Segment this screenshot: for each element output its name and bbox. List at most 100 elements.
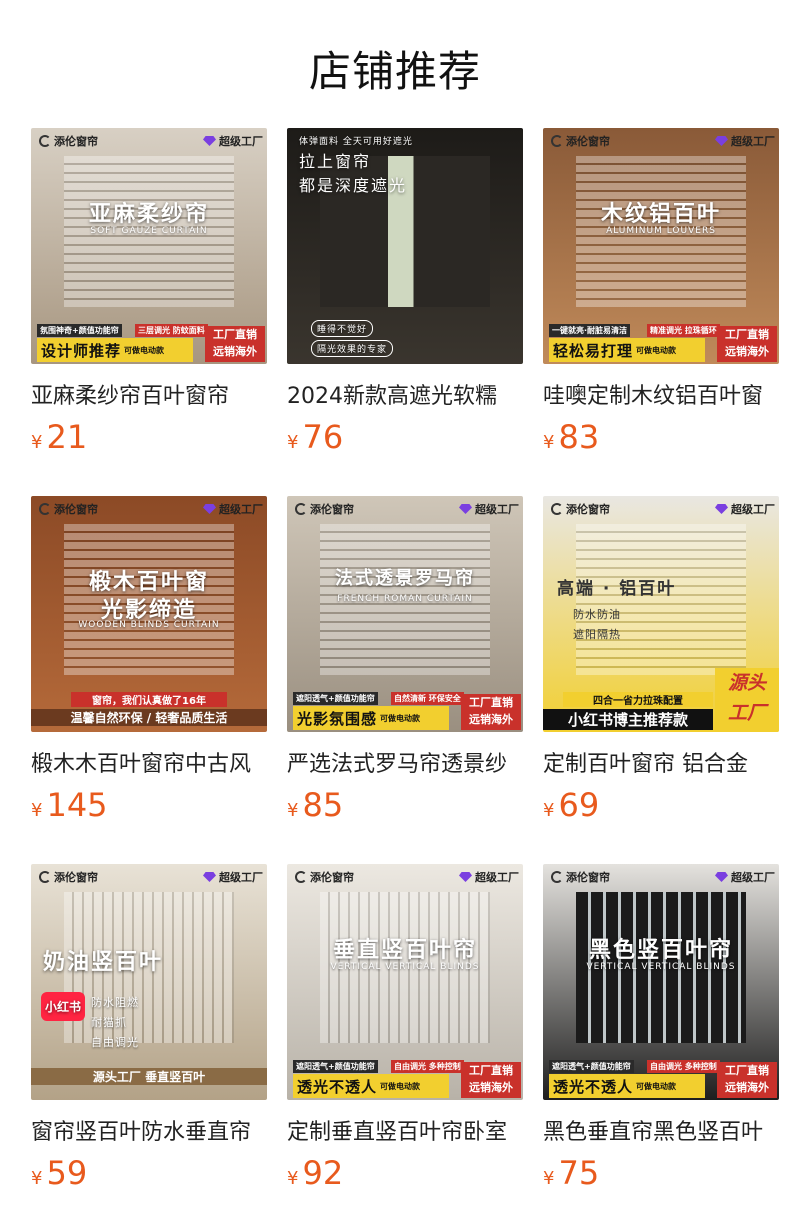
product-card[interactable]: 添伦窗帘 超级工厂 椴木百叶窗 光影缔造 WOODEN BLINDS CURTAIN 窗帘… bbox=[31, 496, 267, 836]
price-value: 59 bbox=[46, 1154, 88, 1192]
badge-line: 远销海外 bbox=[213, 345, 257, 358]
promo-banner: 遮阳透气+颜值功能帘 自由调光 多种控制 透光不透人 可做电动款 工厂直销 远销海外 bbox=[287, 1060, 523, 1100]
product-image[interactable]: 添伦窗帘 超级工厂 垂直竖百叶帘 VERTICAL VERTICAL BLINDS 遮阳… bbox=[287, 864, 523, 1100]
badge-line: 远销海外 bbox=[469, 1081, 513, 1094]
promo-banner: 遮阳透气+颜值功能帘 自然清新 环保安全 光影氛围感 可做电动款 工厂直销 远销海外 bbox=[287, 692, 523, 732]
brand-name: 添伦窗帘 bbox=[566, 135, 610, 148]
promo-mini: 可做电动款 bbox=[380, 1081, 421, 1091]
currency-symbol: ¥ bbox=[543, 432, 555, 453]
promo-mini: 可做电动款 bbox=[636, 345, 677, 355]
product-card[interactable]: 添伦窗帘 超级工厂 木纹铝百叶 ALUMINUM LOUVERS 一键就亮·耐脏易清洁 精… bbox=[543, 128, 779, 468]
image-note: 隔光效果的专家 bbox=[311, 340, 394, 357]
product-card[interactable]: 添伦窗帘 超级工厂 垂直竖百叶帘 VERTICAL VERTICAL BLINDS 遮阳… bbox=[287, 864, 523, 1204]
currency-symbol: ¥ bbox=[31, 1168, 43, 1189]
promo-caption: 窗帘，我们认真做了16年 bbox=[71, 692, 227, 707]
promo-banner: 氛围神奇+颜值功能帘 三层调光 防蚊面料 设计师推荐 可做电动款 工厂直销 远销海外 bbox=[31, 324, 267, 364]
brand-logo: 添伦窗帘 bbox=[39, 133, 98, 149]
badge-line: 工厂直销 bbox=[725, 1064, 769, 1077]
product-card[interactable]: 添伦窗帘超级工厂奶油竖百叶ONLY MAKE HIGH-END CURTAIN防… bbox=[31, 864, 267, 1204]
product-card[interactable]: 体弹面料 全天可用好遮光 拉上窗帘 都是深度遮光 睡得不觉好 隔光效果的专家 2024新款… bbox=[287, 128, 523, 468]
promo-bar: 透光不透人 可做电动款 bbox=[549, 1074, 705, 1098]
promo-slogan: 轻松易打理 bbox=[553, 341, 634, 360]
image-subline: VERTICAL VERTICAL BLINDS bbox=[586, 962, 736, 972]
product-image[interactable]: 体弹面料 全天可用好遮光 拉上窗帘 都是深度遮光 睡得不觉好 隔光效果的专家 bbox=[287, 128, 523, 364]
brand-name: 添伦窗帘 bbox=[566, 503, 610, 516]
image-headline: 木纹铝百叶 bbox=[600, 202, 721, 227]
image-feature: 防水阻燃 bbox=[91, 996, 139, 1009]
product-name[interactable]: 定制垂直竖百叶帘卧室 bbox=[287, 1114, 523, 1146]
image-headline-2: 都是深度遮光 bbox=[299, 176, 408, 195]
brand-name: 添伦窗帘 bbox=[310, 503, 354, 516]
product-price: ¥76 bbox=[287, 418, 343, 456]
image-subline: WOODEN BLINDS CURTAIN bbox=[78, 620, 220, 630]
product-name[interactable]: 哇噢定制木纹铝百叶窗 bbox=[543, 378, 779, 410]
image-headline: 垂直竖百叶帘 bbox=[332, 938, 477, 963]
price-value: 75 bbox=[558, 1154, 600, 1192]
product-image[interactable]: 添伦窗帘 超级工厂 木纹铝百叶 ALUMINUM LOUVERS 一键就亮·耐脏易清洁 精… bbox=[543, 128, 779, 364]
product-name[interactable]: 窗帘竖百叶防水垂直帘 bbox=[31, 1114, 267, 1146]
corner-line: 源头 bbox=[727, 672, 766, 694]
promo-slogan: 源头工厂 垂直竖百叶 bbox=[31, 1068, 267, 1085]
product-card[interactable]: 添伦窗帘 超级工厂 高端 · 铝百叶 防水防油 遮阳隔热 四合一省力拉珠配置 小红书博主推荐… bbox=[543, 496, 779, 836]
factory-label: 超级工厂 bbox=[731, 503, 775, 516]
product-name[interactable]: 定制百叶窗帘 铝合金 bbox=[543, 746, 779, 778]
image-subline: ALUMINUM LOUVERS bbox=[606, 226, 716, 236]
factory-label: 超级工厂 bbox=[219, 871, 263, 884]
product-name[interactable]: 椴木木百叶窗帘中古风 bbox=[31, 746, 267, 778]
product-name[interactable]: 黑色垂直帘黑色竖百叶 bbox=[543, 1114, 779, 1146]
price-value: 21 bbox=[46, 418, 88, 456]
brand-logo: 添伦窗帘 bbox=[295, 869, 354, 885]
currency-symbol: ¥ bbox=[287, 1168, 299, 1189]
product-image[interactable]: 添伦窗帘 超级工厂 黑色竖百叶帘 VERTICAL VERTICAL BLINDS 遮阳… bbox=[543, 864, 779, 1100]
product-price: ¥83 bbox=[543, 418, 599, 456]
badge-line: 工厂直销 bbox=[469, 696, 513, 709]
promo-slogan: 温馨自然环保 / 轻奢品质生活 bbox=[31, 709, 267, 726]
factory-badge: 超级工厂 bbox=[203, 501, 263, 517]
product-image[interactable]: 添伦窗帘 超级工厂 法式透景罗马帘 FRENCH ROMAN CURTAIN 遮阳透气+… bbox=[287, 496, 523, 732]
promo-slogan: 透光不透人 bbox=[553, 1077, 634, 1096]
currency-symbol: ¥ bbox=[287, 432, 299, 453]
product-image[interactable]: 添伦窗帘 超级工厂 椴木百叶窗 光影缔造 WOODEN BLINDS CURTAIN 窗帘… bbox=[31, 496, 267, 732]
diamond-icon bbox=[203, 136, 216, 146]
promo-banner: 遮阳透气+颜值功能帘 自由调光 多种控制 透光不透人 可做电动款 工厂直销 远销海外 bbox=[543, 1060, 779, 1100]
corner-line: 工厂 bbox=[727, 702, 766, 724]
product-card[interactable]: 添伦窗帘 超级工厂 法式透景罗马帘 FRENCH ROMAN CURTAIN 遮阳透气+… bbox=[287, 496, 523, 836]
product-price: ¥92 bbox=[287, 1154, 343, 1192]
image-headline: 法式透景罗马帘 bbox=[335, 568, 475, 589]
brand-logo: 添伦窗帘 bbox=[295, 501, 354, 517]
factory-badge: 超级工厂 bbox=[715, 133, 775, 149]
image-headline: 拉上窗帘 bbox=[299, 152, 372, 171]
image-subline: SOFT GAUZE CURTAIN bbox=[90, 226, 208, 236]
image-feature: 耐猫抓 bbox=[91, 1016, 127, 1029]
product-image[interactable]: 添伦窗帘超级工厂奶油竖百叶ONLY MAKE HIGH-END CURTAIN防… bbox=[31, 864, 267, 1100]
blinds-graphic bbox=[576, 524, 746, 676]
currency-symbol: ¥ bbox=[31, 800, 43, 821]
promo-tag-secondary: 自由调光 多种控制 bbox=[647, 1060, 720, 1073]
product-image[interactable]: 添伦窗帘 超级工厂 高端 · 铝百叶 防水防油 遮阳隔热 四合一省力拉珠配置 小红书博主推荐… bbox=[543, 496, 779, 732]
promo-tag: 遮阳透气+颜值功能帘 bbox=[293, 692, 378, 705]
promo-caption: 四合一省力拉珠配置 bbox=[563, 692, 713, 707]
factory-badge: 超级工厂 bbox=[715, 869, 775, 885]
product-card[interactable]: 添伦窗帘 超级工厂 黑色竖百叶帘 VERTICAL VERTICAL BLINDS 遮阳… bbox=[543, 864, 779, 1204]
promo-bar: 透光不透人 可做电动款 bbox=[293, 1074, 449, 1098]
product-image[interactable]: 添伦窗帘 超级工厂 亚麻柔纱帘 SOFT GAUZE CURTAIN 氛围神奇+颜值功能… bbox=[31, 128, 267, 364]
factory-direct-badge: 工厂直销 远销海外 bbox=[461, 694, 521, 730]
image-note: 体弹面料 全天可用好遮光 bbox=[299, 137, 413, 147]
currency-symbol: ¥ bbox=[543, 1168, 555, 1189]
image-feature: 自由调光 bbox=[91, 1036, 139, 1049]
promo-bar: 光影氛围感 可做电动款 bbox=[293, 706, 449, 730]
product-price: ¥21 bbox=[31, 418, 87, 456]
store-recommendations: 店铺推荐 添伦窗帘 超级工厂 亚麻柔纱帘 SOFT GAUZE CURTAIN 氛围神奇… bbox=[0, 0, 790, 1232]
brand-name: 添伦窗帘 bbox=[54, 503, 98, 516]
promo-tag: 遮阳透气+颜值功能帘 bbox=[293, 1060, 378, 1073]
badge-line: 远销海外 bbox=[725, 345, 769, 358]
promo-banner: 窗帘，我们认真做了16年温馨自然环保 / 轻奢品质生活 bbox=[31, 692, 267, 732]
brand-name: 添伦窗帘 bbox=[566, 871, 610, 884]
image-headline: 高端 · 铝百叶 bbox=[557, 579, 677, 599]
product-name[interactable]: 严选法式罗马帘透景纱 bbox=[287, 746, 523, 778]
product-name[interactable]: 亚麻柔纱帘百叶窗帘 bbox=[31, 378, 267, 410]
product-card[interactable]: 添伦窗帘 超级工厂 亚麻柔纱帘 SOFT GAUZE CURTAIN 氛围神奇+颜值功能… bbox=[31, 128, 267, 468]
product-name[interactable]: 2024新款高遮光软糯 bbox=[287, 378, 523, 410]
brand-logo-icon bbox=[39, 135, 51, 147]
factory-direct-badge: 工厂直销 远销海外 bbox=[205, 326, 265, 362]
